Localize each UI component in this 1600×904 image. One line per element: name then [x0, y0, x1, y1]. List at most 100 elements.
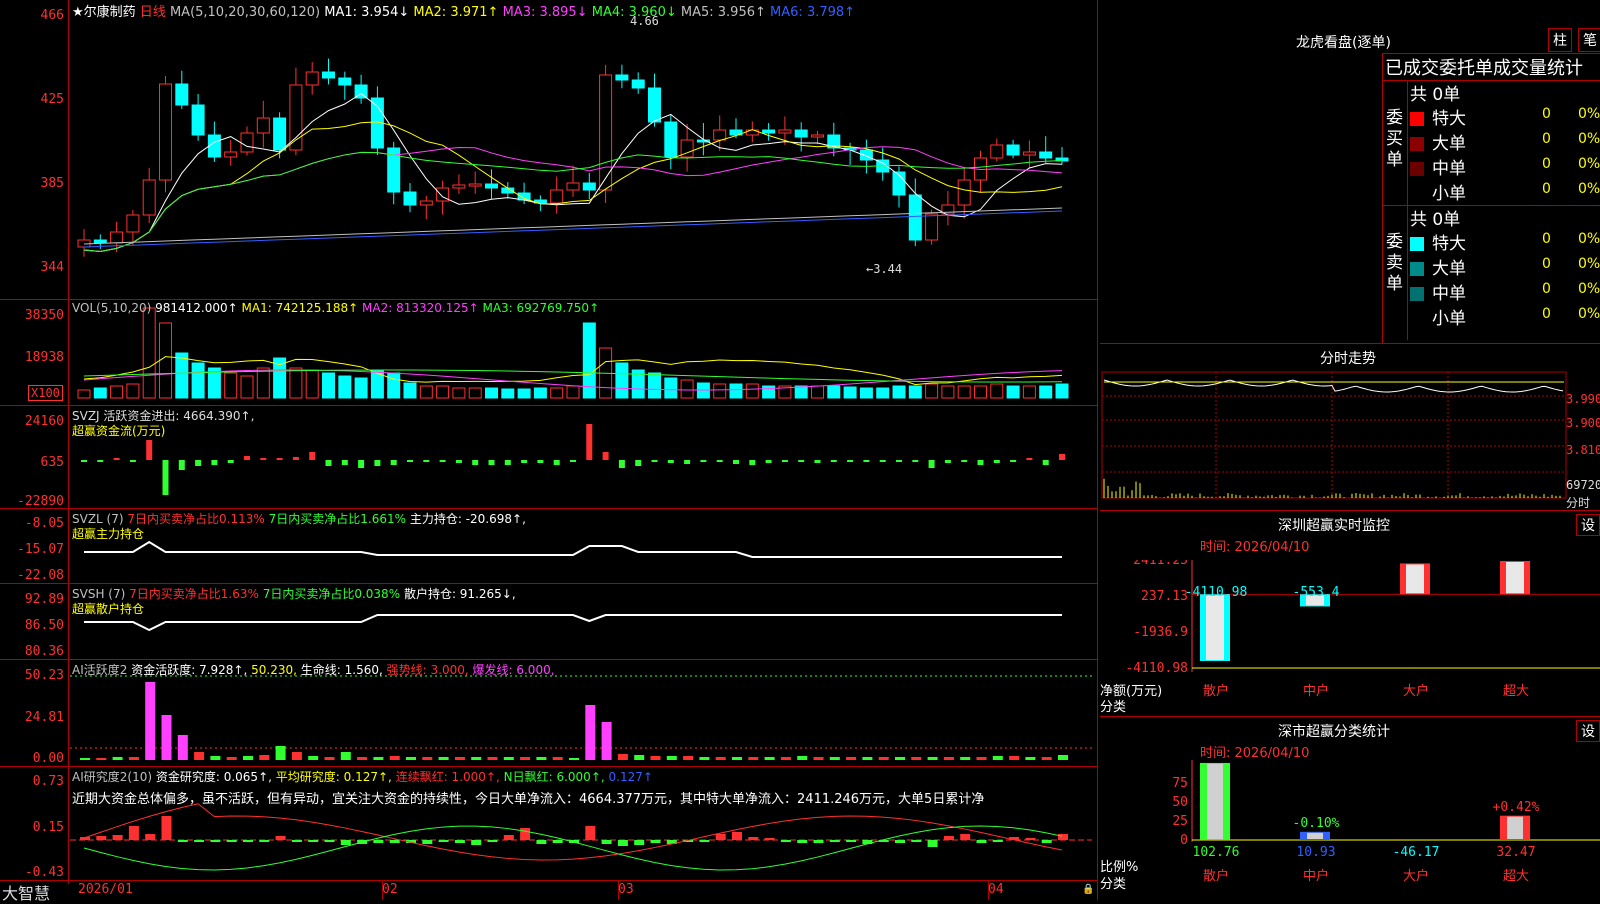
candlestick-chart[interactable]: [0, 0, 1098, 900]
svsh-sub: 超赢散户持仓: [72, 602, 145, 616]
volume-bar: [77, 389, 91, 399]
category-label: 散户: [1203, 868, 1229, 884]
svzj-bar: [961, 460, 968, 462]
svzj-bar: [211, 460, 218, 465]
ai2-bar: [406, 757, 416, 760]
svzj-bar: [733, 460, 739, 464]
ai10-bar: [454, 840, 465, 843]
legend-swatch: [1410, 137, 1424, 151]
stock-name[interactable]: ★尔康制药: [72, 5, 136, 20]
volume-bar: [436, 385, 450, 399]
ai2-bar: [715, 757, 726, 760]
y-tick: 86.50: [24, 618, 64, 633]
candle-body: [1006, 144, 1020, 156]
svzj-bar: [570, 460, 576, 462]
candle-body: [811, 134, 824, 138]
ai2-bar: [112, 757, 123, 760]
ai10-bar: [943, 836, 954, 840]
candle-body: [1022, 151, 1036, 156]
ai2-bar: [1009, 756, 1020, 760]
legend-swatch: [1410, 262, 1424, 276]
svzj-bar: [374, 460, 381, 466]
sz-stats-settings-button[interactable]: 设: [1576, 720, 1600, 742]
candle-body: [142, 179, 156, 216]
intraday-vol-tick: 69720: [1566, 478, 1600, 492]
ai10-bar: [1041, 840, 1052, 843]
svzl-t1: 7日内买卖净占比0.113%: [127, 512, 265, 526]
ai10-bar: [422, 840, 433, 844]
ai2-bar: [569, 758, 579, 760]
volume-bar: [876, 387, 890, 399]
bar-mode-button[interactable]: 柱: [1548, 28, 1572, 52]
row-name: 特大: [1432, 234, 1466, 254]
svzj-bar: [325, 460, 332, 466]
svzj-bar: [798, 460, 805, 462]
intraday-title: 分时走势: [1320, 351, 1376, 367]
y-tick: -22.08: [17, 568, 64, 583]
svzj-bar: [488, 460, 495, 465]
period-label[interactable]: 日线: [140, 5, 166, 20]
row-name: 特大: [1432, 109, 1466, 129]
ai2-bar: [878, 757, 889, 760]
ratio-bar-highlight: [1507, 816, 1523, 839]
ai10-bar: [536, 840, 547, 844]
buy-total: 共 0单: [1410, 85, 1461, 105]
vol-unit-badge[interactable]: X100: [28, 385, 63, 401]
svzj-bar: [553, 460, 560, 465]
ai2-bar: [650, 756, 661, 760]
sz-stats-xlabel: 分类: [1100, 877, 1127, 892]
svzj-bar: [81, 460, 87, 462]
volume-bar: [550, 387, 564, 399]
volume-bar: [680, 379, 694, 399]
candle-body: [582, 182, 596, 191]
buy-row-0: 特大 0 0%: [1410, 104, 1600, 129]
ai2-bar: [846, 757, 857, 760]
ai10-bar: [96, 836, 107, 840]
candle-body: [957, 179, 971, 206]
ai10-bar: [243, 840, 253, 842]
svzj-bar: [1042, 460, 1049, 465]
ai2-bar: [960, 757, 971, 760]
candle-body: [273, 117, 287, 151]
kline-panel[interactable]: ★尔康制药 日线 MA(5,10,20,30,60,120) MA1: 3.95…: [0, 0, 1098, 903]
y-tick: -8.05: [24, 516, 64, 531]
legend-swatch: [1410, 162, 1424, 176]
svzj-bar: [390, 460, 397, 465]
ai2-t1: 资金活跃度: 7.928↑,: [131, 663, 248, 677]
bar-value-label: 2411.25: [1489, 560, 1544, 564]
volume-bar: [256, 367, 270, 399]
ai2-bar: [666, 756, 677, 760]
legend-swatch: [1410, 287, 1424, 301]
y-tick: 635: [40, 455, 64, 470]
volume-bar: [403, 382, 417, 399]
ai2-t5: 爆发线: 6.000,: [472, 663, 555, 677]
ai2-bar: [438, 757, 449, 760]
ai2-t2: 50.230,: [251, 663, 297, 677]
ai2-bar: [748, 757, 759, 760]
ai10-bar: [259, 840, 270, 842]
tick-mode-button[interactable]: 笔: [1578, 28, 1600, 52]
ai10-bar: [177, 840, 188, 842]
svzj-bar: [651, 460, 658, 462]
ai10-bar: [112, 835, 123, 840]
x-tick: 03: [618, 882, 634, 897]
bar-value-label: -4110.98: [1185, 585, 1248, 600]
sz-stats-chart: 75 50 25 0 102.76 散户 10.93 中户 -46.17 大户 32.47 超大 -0.…: [1172, 760, 1600, 884]
svzj-bar: [667, 460, 674, 463]
sz-monitor-xlabel: 分类: [1100, 700, 1127, 715]
volume-bar: [794, 385, 808, 399]
volume-bar: [957, 385, 971, 399]
svzl-sub: 超赢主力持仓: [72, 527, 145, 541]
ai2-bar: [259, 755, 270, 760]
volume-bar: [338, 375, 352, 399]
vol-label: VOL(5,10,20): [72, 301, 152, 315]
ai2-bar: [797, 756, 808, 760]
lock-icon[interactable]: 🔒: [1082, 884, 1094, 895]
x-tick: 04: [988, 882, 1004, 897]
ai2-bar: [601, 722, 612, 760]
ai2-bar: [895, 757, 905, 760]
intraday-chart[interactable]: [1100, 368, 1600, 518]
candle-body: [126, 214, 140, 233]
bar-value-label: -553.4: [1293, 585, 1340, 600]
sz-monitor-settings-button[interactable]: 设: [1576, 514, 1600, 536]
